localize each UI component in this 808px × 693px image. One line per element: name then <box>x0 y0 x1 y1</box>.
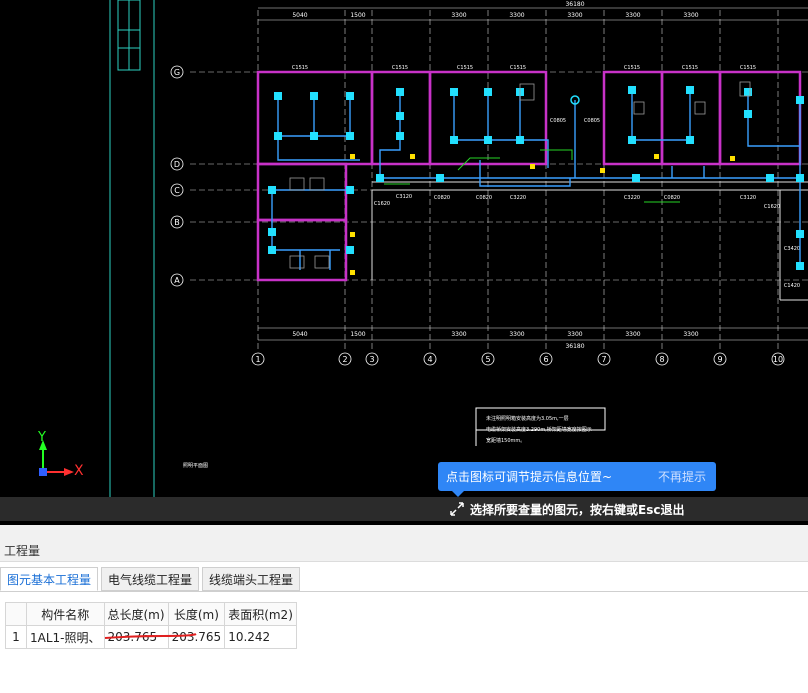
window-tag-2: C1515 <box>392 65 408 71</box>
dim-bottom-7: 3300 <box>683 331 698 338</box>
red-underline-annotation <box>104 633 197 639</box>
window-tag-8: C1515 <box>682 65 698 71</box>
note-line-2: 电缆桥架安装高度3.290m,桥架距墙宽度按图示 <box>486 426 592 433</box>
dim-top-5: 3300 <box>567 12 582 19</box>
walls <box>256 70 802 282</box>
col-header-surface-area[interactable]: 表面积(m2) <box>224 602 297 626</box>
axis-col-1: 1 <box>255 355 260 364</box>
axis-col-10: 10 <box>773 355 783 364</box>
pick-cursor-icon <box>450 502 464 516</box>
window-tag-1: C1515 <box>292 65 308 71</box>
hint-tooltip-text: 点击图标可调节提示信息位置~ <box>446 470 613 484</box>
dim-top-7: 3300 <box>683 12 698 19</box>
dim-top-6: 3300 <box>625 12 640 19</box>
col-header-length[interactable]: 长度(m) <box>167 602 226 626</box>
axis-row-g: G <box>174 68 180 77</box>
door-tag-1: C1620 <box>374 201 390 207</box>
window-tag-3: C1515 <box>457 65 473 71</box>
col-header-index <box>5 602 27 626</box>
cad-drawing-canvas[interactable]: 5040 1500 3300 3300 3300 3300 3300 36180… <box>0 0 808 525</box>
axis-y-label: Y <box>38 430 46 445</box>
axis-col-8: 8 <box>659 355 664 364</box>
door-tag-11: C3420 <box>784 246 800 252</box>
axis-col-3: 3 <box>369 355 374 364</box>
command-prompt-bar <box>0 497 808 521</box>
window-tag-6: C1515 <box>510 65 526 71</box>
axis-row-b: B <box>174 218 180 227</box>
command-prompt-text: 选择所要查量的图元，按右键或Esc退出 <box>470 502 685 517</box>
floor-plan-drawing[interactable]: 5040 1500 3300 3300 3300 3300 3300 36180… <box>0 0 808 525</box>
ucs-axis-icon <box>39 440 74 476</box>
command-prompt: 选择所要查量的图元，按右键或Esc退出 <box>449 498 684 520</box>
panel-header: 工程量 <box>0 525 808 562</box>
hint-tooltip[interactable]: 点击图标可调节提示信息位置~ 不再提示 <box>438 462 716 497</box>
axis-col-7: 7 <box>601 355 606 364</box>
door-tag-3: C0820 <box>434 195 450 201</box>
dim-bottom-3: 3300 <box>451 331 466 338</box>
drawing-caption: 照明平面图 <box>183 463 208 469</box>
cell-index: 1 <box>5 625 27 649</box>
axis-row-d: D <box>174 160 180 169</box>
door-tag-6: C3220 <box>624 195 640 201</box>
door-tag-8: C3120 <box>740 195 756 201</box>
axis-row-a: A <box>174 276 180 285</box>
dim-total-bottom: 36180 <box>565 343 584 350</box>
dim-bottom-5: 3300 <box>567 331 582 338</box>
dismiss-hint-link[interactable]: 不再提示 <box>658 468 706 485</box>
axis-row-c: C <box>174 186 180 195</box>
door-tag-7: C0820 <box>664 195 680 201</box>
cell-surface-area[interactable]: 10.242 <box>224 625 297 649</box>
axis-col-6: 6 <box>543 355 548 364</box>
quantity-panel: 工程量 图元基本工程量 电气线缆工程量 线缆端头工程量 构件名称 总长度(m) … <box>0 525 808 693</box>
axis-col-4: 4 <box>427 355 432 364</box>
note-line-3: 宽距墙150mm。 <box>486 437 525 444</box>
dim-total-top: 36180 <box>565 1 584 8</box>
col-header-total-length[interactable]: 总长度(m) <box>103 602 169 626</box>
tooltip-caret <box>452 491 464 497</box>
quantity-tabs: 图元基本工程量 电气线缆工程量 线缆端头工程量 <box>0 567 303 591</box>
axis-col-2: 2 <box>342 355 347 364</box>
dim-top-2: 1500 <box>350 12 365 19</box>
table-header-row: 构件名称 总长度(m) 长度(m) 表面积(m2) <box>5 602 297 626</box>
window-tag-7: C1515 <box>624 65 640 71</box>
tab-cable-quantity[interactable]: 电气线缆工程量 <box>101 567 200 591</box>
panel-title: 工程量 <box>4 544 41 558</box>
axis-col-9: 9 <box>717 355 722 364</box>
door-tag-5: C3220 <box>510 195 526 201</box>
dim-top-3: 3300 <box>451 12 466 19</box>
window-tag-4: C0805 <box>550 118 566 124</box>
note-line-1: 未注明照明箱安装高度为3.05m,一层 <box>486 415 569 422</box>
dim-bottom-2: 1500 <box>350 331 365 338</box>
axis-col-5: 5 <box>485 355 490 364</box>
door-tag-4: C0820 <box>476 195 492 201</box>
window-tag-5: C0805 <box>584 118 600 124</box>
cell-component[interactable]: 1AL1-照明、 <box>26 625 105 649</box>
dim-bottom-4: 3300 <box>509 331 524 338</box>
dim-top-4: 3300 <box>509 12 524 19</box>
window-tag-9: C1515 <box>740 65 756 71</box>
tab-cable-terminal-quantity[interactable]: 线缆端头工程量 <box>202 567 301 591</box>
tab-basic-quantity[interactable]: 图元基本工程量 <box>0 567 99 591</box>
dim-top-1: 5040 <box>292 12 307 19</box>
dim-bottom-6: 3300 <box>625 331 640 338</box>
tab-divider <box>0 591 808 592</box>
col-header-component[interactable]: 构件名称 <box>26 602 105 626</box>
door-tag-2: C3120 <box>396 194 412 200</box>
axis-x-label: X <box>74 463 84 479</box>
dim-bottom-1: 5040 <box>292 331 307 338</box>
door-tag-9: C1620 <box>764 204 780 210</box>
door-tag-10: C1420 <box>784 283 800 289</box>
